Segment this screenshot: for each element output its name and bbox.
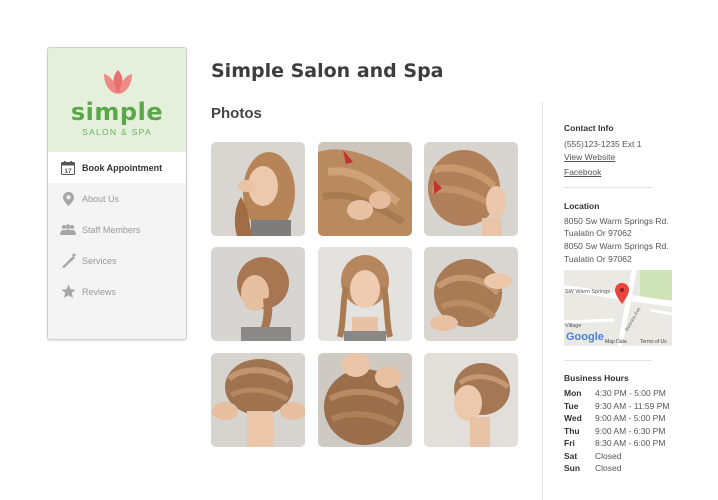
photo-tile[interactable] xyxy=(424,142,518,236)
logo-tagline: SALON & SPA xyxy=(82,127,152,137)
photo-tile[interactable] xyxy=(211,247,305,341)
sidebar-item-label: Reviews xyxy=(82,286,117,297)
page: simple SALON & SPA 17 Book Appointment A… xyxy=(0,0,718,500)
facebook-link[interactable]: Facebook xyxy=(564,167,601,177)
sidebar-item-label: About Us xyxy=(82,193,120,204)
sidebar-item-label: Book Appointment xyxy=(82,162,163,173)
page-title: Simple Salon and Spa xyxy=(211,60,444,82)
photo-tile[interactable] xyxy=(318,247,412,341)
star-icon xyxy=(60,284,76,300)
hair-photo-icon xyxy=(318,142,412,236)
location-pin-icon xyxy=(60,191,76,207)
map-village-label: Village xyxy=(565,323,581,329)
location-map[interactable]: SW Warm Springs Village Boones Ave Googl… xyxy=(564,270,672,346)
logo-wordmark: simple xyxy=(70,98,164,126)
sidebar-item-reviews[interactable]: Reviews xyxy=(48,276,186,307)
comb-icon xyxy=(60,253,76,269)
calendar-icon: 17 xyxy=(60,160,76,176)
logo[interactable]: simple SALON & SPA xyxy=(48,48,186,152)
divider xyxy=(564,187,652,188)
address-line: 8050 Sw Warm Springs Rd. xyxy=(564,241,669,251)
contact-heading: Contact Info xyxy=(564,123,614,133)
google-logo: Google xyxy=(566,331,604,343)
location-heading: Location xyxy=(564,201,600,211)
hours-day: Sun xyxy=(564,463,581,473)
hair-photo-icon xyxy=(211,247,305,341)
hours-time: 9:00 AM - 6:30 PM xyxy=(595,425,666,436)
hair-photo-icon xyxy=(318,247,412,341)
hours-row: Fri 8:30 AM - 6:00 PM xyxy=(564,438,670,451)
hours-day: Sat xyxy=(564,450,578,461)
hair-photo-icon xyxy=(318,353,412,447)
map-terms-label: Terms of Us xyxy=(640,339,667,345)
photo-tile[interactable] xyxy=(318,353,412,447)
hours-row: Sun Closed xyxy=(564,463,670,476)
view-website-link[interactable]: View Website xyxy=(564,152,615,162)
hours-time: Closed xyxy=(595,450,622,461)
hours-day: Wed xyxy=(564,413,582,423)
hours-day: Mon xyxy=(564,388,582,398)
photo-tile[interactable] xyxy=(318,142,412,236)
hours-row: Thu 9:00 AM - 6:30 PM xyxy=(564,426,670,439)
hours-heading: Business Hours xyxy=(564,373,629,383)
hours-row: Sat Closed xyxy=(564,451,670,464)
hours-row: Tue 9:30 AM - 11:59 PM xyxy=(564,401,670,414)
sidebar-item-services[interactable]: Services xyxy=(48,245,186,276)
hair-photo-icon xyxy=(211,353,305,447)
hours-row: Wed 9:00 AM - 5:00 PM xyxy=(564,413,670,426)
map-data-label: Map Data xyxy=(605,339,627,345)
sidebar-item-label: Staff Members xyxy=(82,224,141,235)
photo-tile[interactable] xyxy=(211,142,305,236)
sidebar-item-about-us[interactable]: About Us xyxy=(48,183,186,214)
photo-tile[interactable] xyxy=(424,353,518,447)
hours-day: Tue xyxy=(564,400,579,411)
address-line: Tualatin Or 97062 xyxy=(564,228,632,238)
hours-table: Mon 4:30 PM - 5:00 PM Tue 9:30 AM - 11:59 … xyxy=(564,388,670,476)
lotus-icon xyxy=(104,70,132,94)
hair-photo-icon xyxy=(424,142,518,236)
people-icon xyxy=(60,222,76,238)
calendar-day: 17 xyxy=(64,168,72,175)
divider xyxy=(564,360,652,361)
hours-time: 9:30 AM - 11:59 PM xyxy=(595,400,670,411)
sidebar: simple SALON & SPA 17 Book Appointment A… xyxy=(47,47,187,340)
hair-photo-icon xyxy=(424,353,518,447)
sidebar-item-book-appointment[interactable]: 17 Book Appointment xyxy=(48,152,186,183)
address-line: Tualatin Or 97062 xyxy=(564,254,632,264)
hours-time: 8:30 AM - 6:00 PM xyxy=(595,438,666,448)
phone-number: (555)123-1235 Ext 1 xyxy=(564,139,642,149)
hours-row: Mon 4:30 PM - 5:00 PM xyxy=(564,388,670,401)
photo-tile[interactable] xyxy=(211,353,305,447)
hair-photo-icon xyxy=(211,142,305,236)
hair-photo-icon xyxy=(424,247,518,341)
column-divider xyxy=(542,102,543,500)
hours-day: Fri xyxy=(564,438,575,448)
photo-grid xyxy=(211,142,519,447)
hours-time: 9:00 AM - 5:00 PM xyxy=(595,413,666,423)
hours-time: Closed xyxy=(595,463,622,473)
map-street-label: SW Warm Springs xyxy=(565,289,610,295)
sidebar-item-label: Services xyxy=(82,255,117,266)
hours-day: Thu xyxy=(564,425,580,436)
photo-tile[interactable] xyxy=(424,247,518,341)
sidebar-menu: 17 Book Appointment About Us Staff Membe… xyxy=(48,152,186,307)
photos-heading: Photos xyxy=(211,105,262,122)
sidebar-item-staff-members[interactable]: Staff Members xyxy=(48,214,186,245)
address-line: 8050 Sw Warm Springs Rd. xyxy=(564,216,669,226)
hours-time: 4:30 PM - 5:00 PM xyxy=(595,388,666,398)
